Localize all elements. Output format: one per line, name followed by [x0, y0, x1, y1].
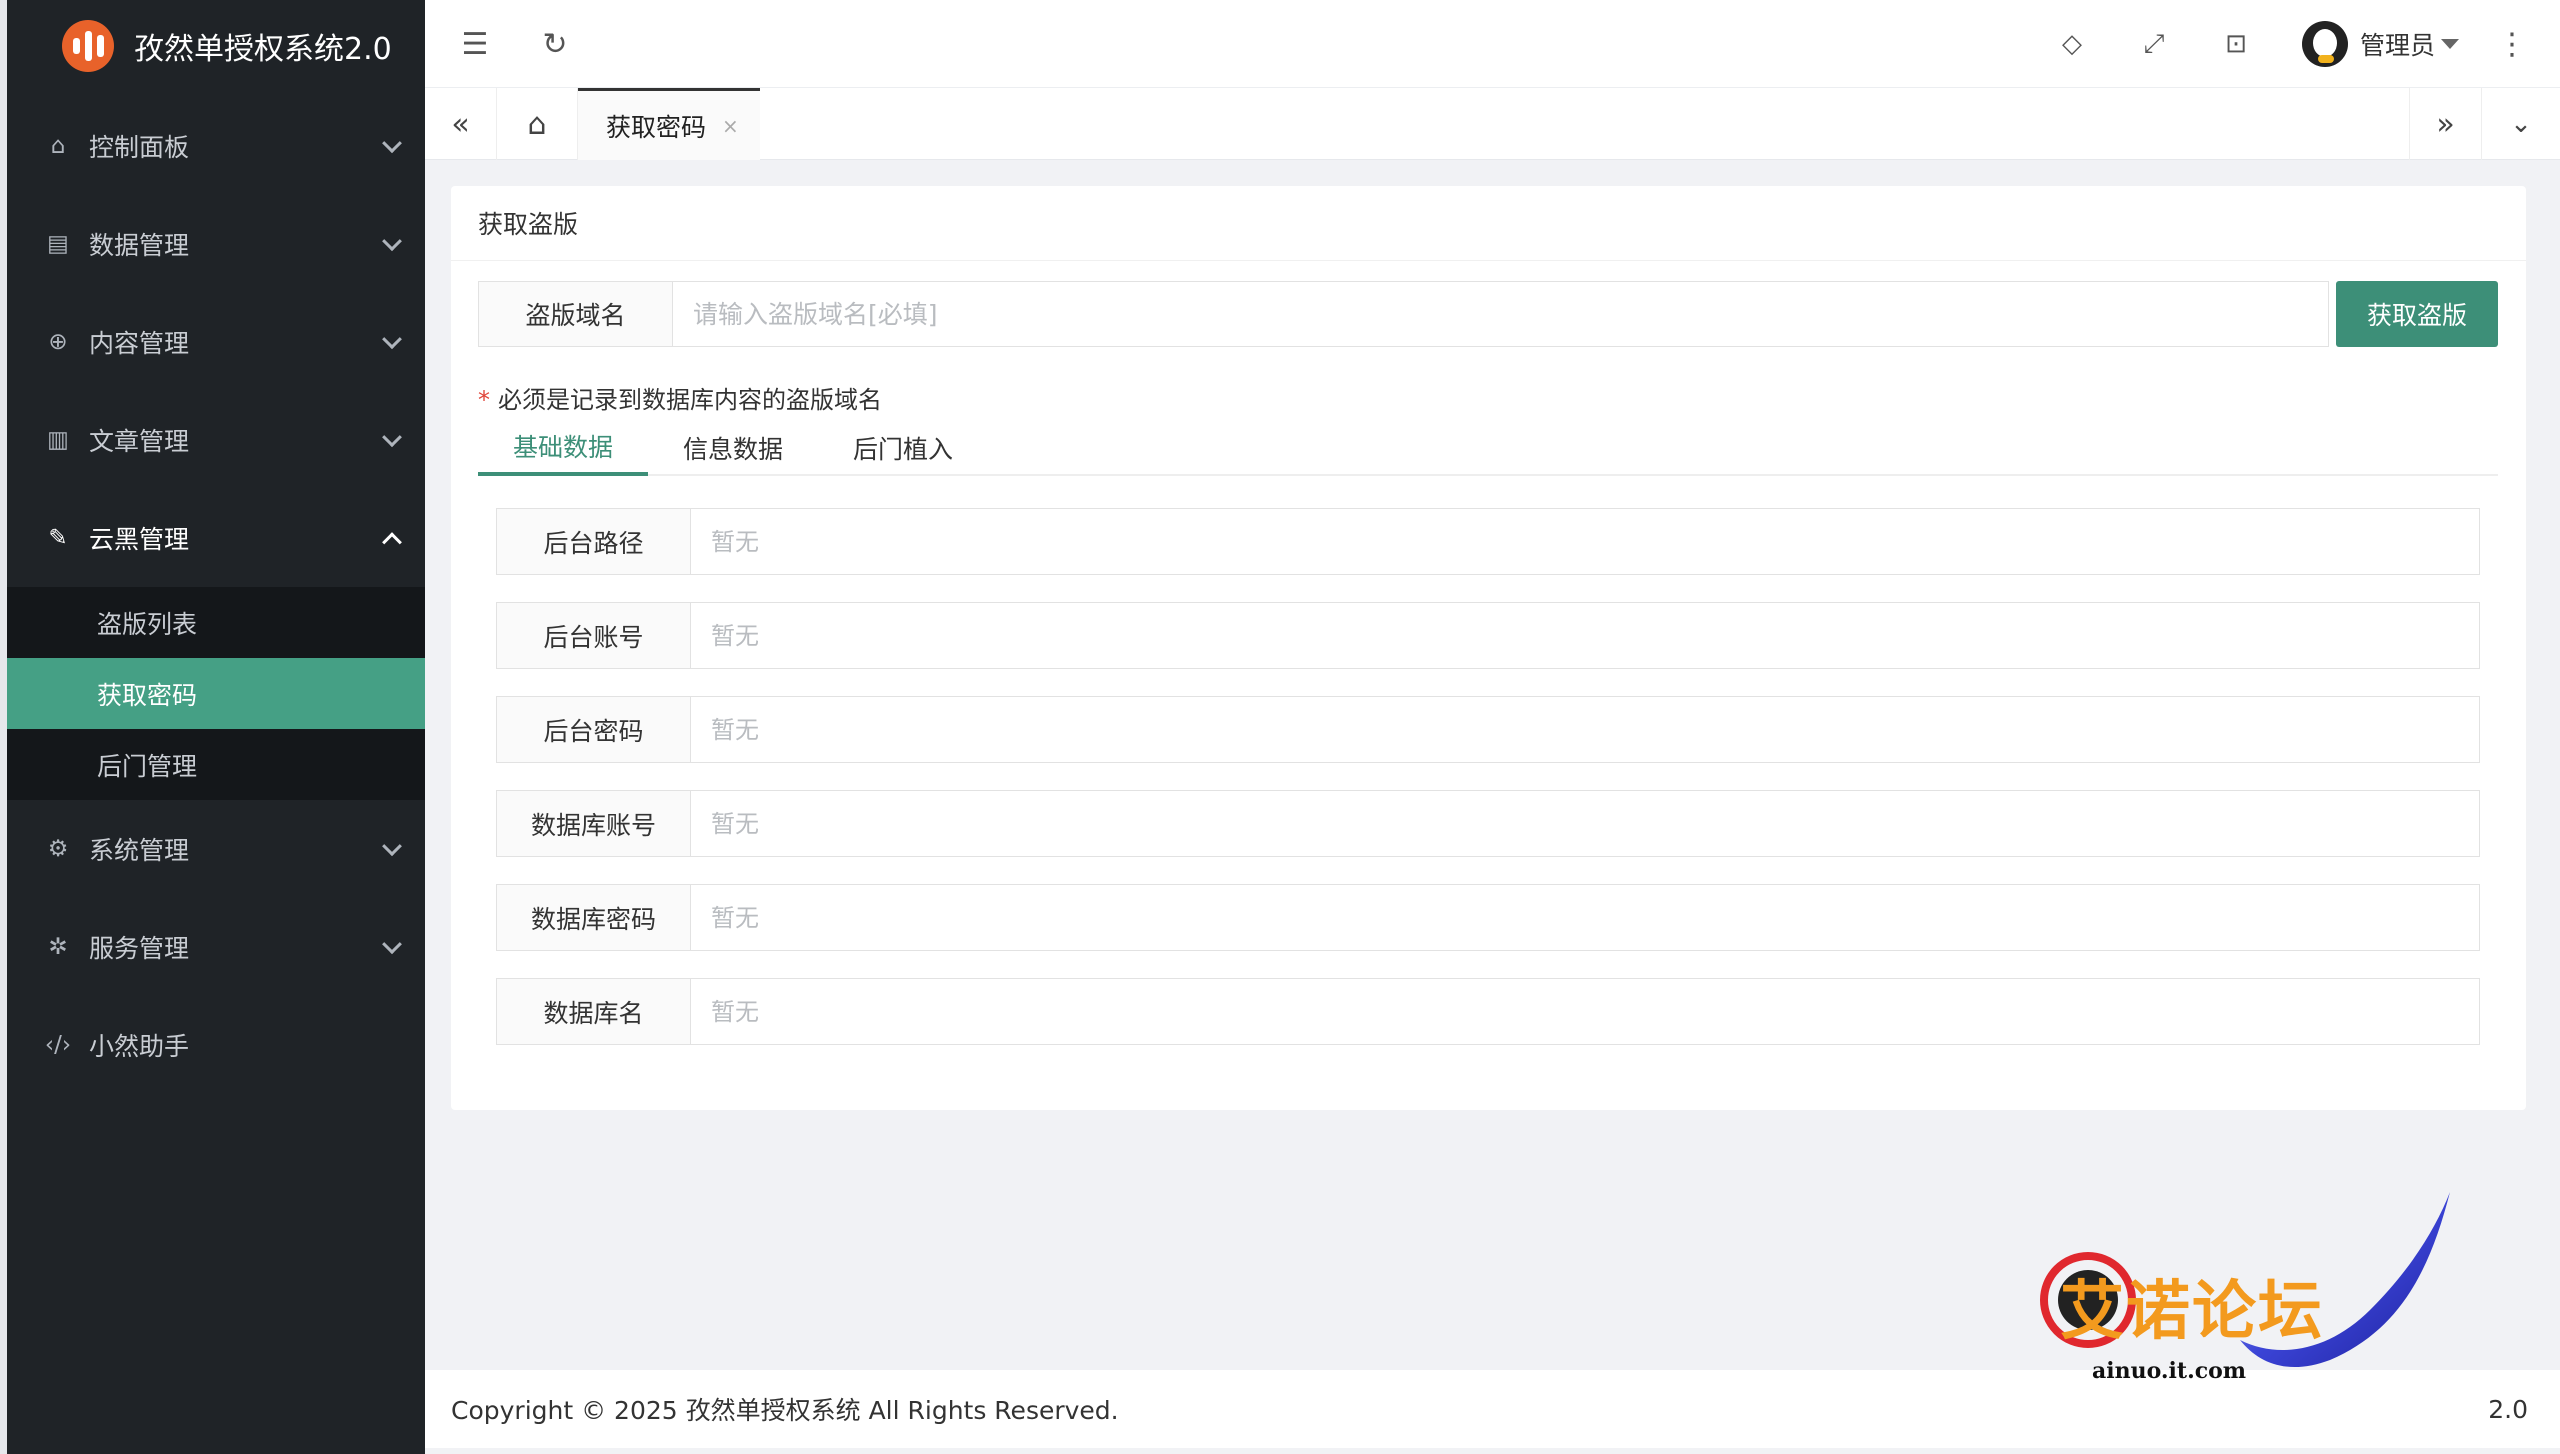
- gear-icon: ⚙: [47, 836, 69, 862]
- code-icon: ‹/›: [44, 1032, 72, 1058]
- sidebar-item-label: 服务管理: [89, 934, 190, 963]
- chevron-down-icon[interactable]: ⌄: [2481, 88, 2560, 160]
- field-label: 数据库账号: [496, 790, 691, 857]
- field-db-account: 数据库账号: [496, 790, 2480, 857]
- menu-toggle-icon[interactable]: ☰: [453, 22, 497, 66]
- watermark-text: 艾诺论坛: [2060, 1275, 2324, 1349]
- sidebar-item-dashboard[interactable]: ⌂ 控制面板: [7, 97, 425, 195]
- sidebar-item-label: 控制面板: [89, 133, 190, 162]
- scroll-left-icon[interactable]: «: [425, 88, 497, 160]
- data-tabs: 基础数据 信息数据 后门植入: [478, 420, 2498, 476]
- chevron-down-icon: [382, 329, 402, 350]
- chevron-up-icon: [382, 532, 402, 553]
- required-hint: * 必须是记录到数据库内容的盗版域名: [478, 380, 882, 415]
- db-name-input[interactable]: [691, 978, 2480, 1045]
- tab-info-data[interactable]: 信息数据: [648, 420, 818, 476]
- sidebar-subitem-label: 获取密码: [97, 680, 198, 710]
- scroll-right-icon[interactable]: »: [2409, 88, 2481, 160]
- version-text: 2.0: [2488, 1394, 2528, 1424]
- more-vertical-icon[interactable]: ⋮: [2490, 22, 2534, 66]
- caret-down-icon: [2441, 39, 2460, 49]
- domain-input[interactable]: [673, 281, 2329, 347]
- card-title: 获取盗版: [451, 186, 2526, 261]
- domain-label: 盗版域名: [478, 281, 673, 347]
- broom-icon: ✎: [48, 525, 68, 551]
- field-label: 后台路径: [496, 508, 691, 575]
- field-label: 后台密码: [496, 696, 691, 763]
- hint-text: 必须是记录到数据库内容的盗版域名: [498, 386, 882, 414]
- db-account-input[interactable]: [691, 790, 2480, 857]
- main-card: 获取盗版 盗版域名 获取盗版 * 必须是记录到数据库内容的盗版域名 基础数据 信息…: [451, 186, 2526, 1110]
- sidebar-item-articles[interactable]: ▥ 文章管理: [7, 391, 425, 489]
- avatar: [2302, 21, 2348, 67]
- field-label: 后台账号: [496, 602, 691, 669]
- copyright-text: Copyright © 2025 孜然单授权系统 All Rights Rese…: [451, 1396, 1119, 1425]
- logo-icon: [62, 20, 114, 72]
- chevron-down-icon: [382, 934, 402, 955]
- chevron-down-icon: [382, 427, 402, 448]
- chevron-down-icon: [382, 836, 402, 857]
- sidebar-item-label: 小然助手: [89, 1032, 190, 1061]
- tab-basic-data[interactable]: 基础数据: [478, 420, 649, 476]
- field-admin-password: 后台密码: [496, 696, 2480, 763]
- book-icon: ▥: [47, 427, 69, 453]
- sidebar-subitem-piracy-list[interactable]: 盗版列表: [7, 587, 425, 658]
- admin-account-input[interactable]: [691, 602, 2480, 669]
- admin-password-input[interactable]: [691, 696, 2480, 763]
- tab-label: 获取密码: [606, 112, 707, 142]
- db-password-input[interactable]: [691, 884, 2480, 951]
- sidebar-item-label: 文章管理: [89, 427, 190, 456]
- sidebar-item-label: 数据管理: [89, 231, 190, 260]
- chevron-down-icon: [382, 231, 402, 252]
- submenu-cloud-black: 盗版列表 获取密码 后门管理: [7, 587, 425, 800]
- field-db-password: 数据库密码: [496, 884, 2480, 951]
- field-admin-path: 后台路径: [496, 508, 2480, 575]
- field-label: 数据库密码: [496, 884, 691, 951]
- sidebar: 孜然单授权系统2.0 ⌂ 控制面板 ▤ 数据管理 ⊕ 内容管理 ▥ 文章管理 ✎…: [0, 0, 425, 1454]
- app-logo[interactable]: 孜然单授权系统2.0: [7, 0, 425, 92]
- tab-backdoor[interactable]: 后门植入: [818, 420, 988, 476]
- domain-row: 盗版域名 获取盗版: [478, 281, 2498, 347]
- document-icon: ▤: [47, 231, 69, 257]
- sidebar-subitem-get-password[interactable]: 获取密码: [7, 658, 425, 729]
- admin-path-input[interactable]: [691, 508, 2480, 575]
- sidebar-subitem-label: 后门管理: [97, 751, 198, 781]
- home-tab-icon[interactable]: ⌂: [497, 88, 578, 160]
- sidebar-item-label: 系统管理: [89, 836, 190, 865]
- tab-get-password[interactable]: 获取密码 ×: [578, 88, 760, 160]
- tag-icon[interactable]: ◇: [2050, 22, 2094, 66]
- field-db-name: 数据库名: [496, 978, 2480, 1045]
- sidebar-item-cloud-black[interactable]: ✎ 云黑管理: [7, 489, 425, 587]
- lock-icon[interactable]: ⊡: [2214, 22, 2258, 66]
- close-icon[interactable]: ×: [722, 114, 739, 138]
- refresh-icon[interactable]: ↻: [533, 22, 577, 66]
- top-header: ☰ ↻ ◇ ⤢ ⊡ 管理员 ⋮: [425, 0, 2560, 88]
- sidebar-item-assistant[interactable]: ‹/› 小然助手: [7, 996, 425, 1094]
- service-icon: ✲: [48, 934, 68, 960]
- sidebar-item-system[interactable]: ⚙ 系统管理: [7, 800, 425, 898]
- sidebar-subitem-backdoor[interactable]: 后门管理: [7, 729, 425, 800]
- sidebar-item-content[interactable]: ⊕ 内容管理: [7, 293, 425, 391]
- sidebar-item-data[interactable]: ▤ 数据管理: [7, 195, 425, 293]
- watermark: 艾诺论坛 ainuo.it.com: [2030, 1190, 2460, 1410]
- sidebar-subitem-label: 盗版列表: [97, 609, 198, 639]
- home-icon: ⌂: [50, 133, 66, 159]
- globe-icon: ⊕: [48, 329, 68, 355]
- tabs-bar: « ⌂ 获取密码 × » ⌄: [425, 88, 2560, 160]
- field-admin-account: 后台账号: [496, 602, 2480, 669]
- app-title: 孜然单授权系统2.0: [134, 32, 392, 67]
- fullscreen-icon[interactable]: ⤢: [2132, 22, 2176, 66]
- sidebar-item-service[interactable]: ✲ 服务管理: [7, 898, 425, 996]
- chevron-down-icon: [382, 133, 402, 154]
- watermark-url: ainuo.it.com: [2092, 1358, 2247, 1384]
- field-label: 数据库名: [496, 978, 691, 1045]
- user-menu[interactable]: 管理员: [2302, 16, 2460, 72]
- sidebar-item-label: 云黑管理: [89, 525, 190, 554]
- sidebar-item-label: 内容管理: [89, 329, 190, 358]
- user-name: 管理员: [2360, 31, 2436, 60]
- get-piracy-button[interactable]: 获取盗版: [2336, 281, 2498, 347]
- required-star: *: [478, 386, 490, 414]
